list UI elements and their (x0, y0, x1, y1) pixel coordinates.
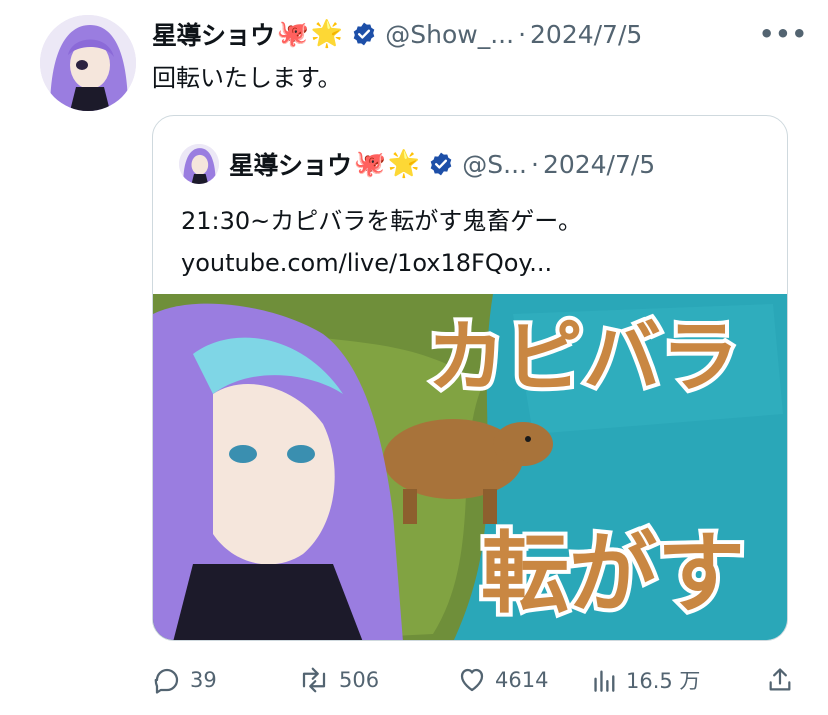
thumbnail-title-bottom: 転がす (481, 522, 745, 625)
author-avatar[interactable] (40, 15, 136, 111)
reply-count: 39 (190, 668, 217, 692)
author-handle[interactable]: @Show_... (385, 20, 514, 49)
quoted-date: 2024/7/5 (542, 149, 656, 179)
like-button[interactable]: 4614 (457, 665, 592, 695)
quoted-tweet[interactable]: 星導ショウ 🐙 🌟 @S... · 2024/7/5 21:30~カピバラを転が… (152, 115, 788, 641)
more-icon[interactable]: ••• (759, 20, 808, 48)
quoted-link[interactable]: youtube.com/live/1ox18FQoy... (181, 249, 552, 277)
quoted-text: 21:30~カピバラを転がす鬼畜ゲー。 youtube.com/live/1ox… (181, 200, 582, 284)
tweet-text: 回転いたします。 (152, 64, 342, 92)
repost-icon (302, 667, 326, 693)
share-button[interactable] (766, 665, 802, 695)
quoted-handle: @S... (462, 149, 527, 179)
octopus-emoji: 🐙 (353, 149, 386, 179)
separator-dot: · (530, 149, 539, 179)
verified-badge-icon (428, 151, 454, 177)
reply-button[interactable]: 39 (152, 665, 297, 695)
thumbnail-title-top: カピバラ (427, 313, 739, 403)
tweet-header: 星導ショウ 🐙 🌟 @Show_... · 2024/7/5 ••• (152, 14, 808, 54)
like-count: 4614 (495, 668, 549, 692)
author-name[interactable]: 星導ショウ (152, 16, 275, 52)
share-icon (769, 668, 791, 691)
reply-icon (154, 668, 179, 694)
star-emoji: 🌟 (387, 149, 421, 179)
star-emoji: 🌟 (310, 19, 344, 49)
action-bar: 39 506 4614 16.5 万 (152, 660, 802, 700)
avatar-image (40, 15, 136, 111)
views-button[interactable]: 16.5 万 (592, 665, 752, 695)
quoted-author-name: 星導ショウ (229, 151, 352, 180)
quoted-text-line1: 21:30~カピバラを転がす鬼畜ゲー。 (181, 207, 583, 235)
verified-badge-icon[interactable] (351, 21, 377, 47)
views-icon (594, 670, 615, 692)
video-thumbnail[interactable]: カピバラ 転がす (153, 294, 787, 640)
like-icon (460, 668, 484, 692)
octopus-emoji: 🐙 (276, 19, 309, 49)
quoted-avatar (179, 144, 219, 184)
views-count: 16.5 万 (626, 669, 701, 693)
separator-dot: · (518, 19, 527, 49)
quoted-header: 星導ショウ 🐙 🌟 @S... · 2024/7/5 (179, 144, 767, 184)
tweet-date[interactable]: 2024/7/5 (530, 20, 642, 49)
repost-button[interactable]: 506 (297, 665, 457, 695)
repost-count: 506 (339, 668, 380, 692)
